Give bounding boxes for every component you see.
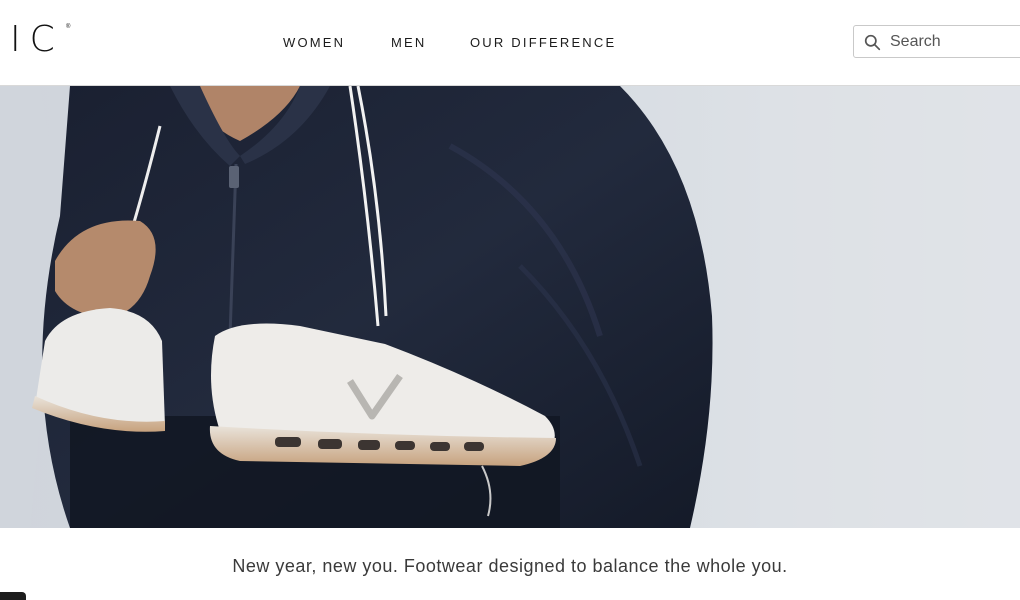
nav-our-difference[interactable]: OUR DIFFERENCE bbox=[470, 35, 616, 50]
search-icon[interactable] bbox=[864, 34, 881, 51]
nav-women[interactable]: WOMEN bbox=[283, 35, 345, 50]
nav-men[interactable]: MEN bbox=[391, 35, 427, 50]
registered-mark: ® bbox=[66, 24, 71, 30]
hero-banner[interactable] bbox=[0, 86, 1020, 528]
hero-image bbox=[0, 86, 1020, 528]
search-input[interactable] bbox=[890, 30, 1020, 54]
hero-tagline: New year, new you. Footwear designed to … bbox=[232, 556, 788, 576]
brand-logo[interactable]: IC bbox=[10, 20, 64, 60]
site-header: IC ® WOMEN MEN OUR DIFFERENCE bbox=[0, 0, 1020, 86]
floating-widget-tab[interactable] bbox=[0, 592, 26, 600]
search-box[interactable] bbox=[853, 25, 1020, 58]
